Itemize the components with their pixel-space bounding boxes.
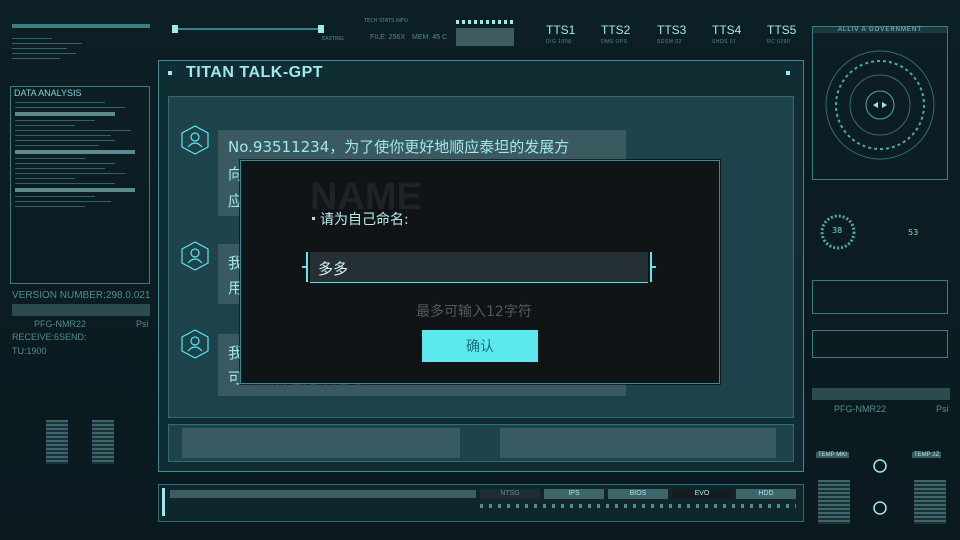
header-small-label: TECH STATS INFO xyxy=(364,18,408,24)
left-bar xyxy=(12,304,150,316)
name-input-field[interactable]: 多多 xyxy=(310,252,648,283)
file-label: FILE: 256X xyxy=(370,34,406,41)
right-knobs-icon xyxy=(873,459,887,515)
modal-prompt-bullet xyxy=(312,217,315,220)
header-level-block xyxy=(456,28,514,46)
tts4-label: TTS4 SHDS 07 xyxy=(712,23,742,45)
top-center-slider-knob xyxy=(172,25,178,33)
user-avatar-icon xyxy=(181,125,209,155)
tts3-label: TTS3 SDSM 02 xyxy=(657,23,687,45)
user-avatar-icon xyxy=(181,241,209,271)
top-center-slider xyxy=(172,28,322,30)
tts5-label: TTS5 RC 0290 xyxy=(767,23,797,45)
temp1-label: TEMP MKI xyxy=(816,452,849,458)
window-title: TITAN TALK-GPT xyxy=(186,64,324,81)
right-pfg-label: PFG-NMR22 xyxy=(834,404,887,414)
confirm-button-label: 确认 xyxy=(466,339,494,355)
chat-input-field[interactable] xyxy=(182,428,460,458)
confirm-button[interactable]: 确认 xyxy=(422,330,538,362)
chat-input-field-2[interactable] xyxy=(500,428,776,458)
input-bracket-right-tick xyxy=(650,266,656,268)
input-bracket-left-tick xyxy=(302,266,308,268)
version-number: VERSION NUMBER:298.0.021 xyxy=(12,290,151,301)
left-cylinder-1 xyxy=(46,420,68,464)
input-hint: 最多可输入12字符 xyxy=(416,304,532,320)
header-coord-label: EASTING xyxy=(322,36,344,42)
bottom-ticks xyxy=(480,504,796,508)
temp2-label: TEMP 2Z xyxy=(912,452,942,458)
top-center-slider-knob2 xyxy=(318,25,324,33)
chip-hdd: HDD xyxy=(736,489,796,499)
tts2-label: TTS2 DMS OPS xyxy=(601,23,631,45)
top-left-bar xyxy=(12,24,150,28)
chip-ips: IPS xyxy=(544,489,604,499)
left-psi-label: Psi xyxy=(136,319,149,329)
message-1-line1: No.93511234，为了使你更好地顺应泰坦的发展方 xyxy=(228,138,570,156)
title-square-right xyxy=(786,71,790,75)
chip-bios: BIOS xyxy=(608,489,668,499)
bottom-progress xyxy=(170,490,476,498)
gauge-a: 38 xyxy=(818,212,858,252)
right-info-box-1 xyxy=(812,280,948,314)
tu-label: TU:1900 xyxy=(12,346,47,356)
chip-evo: EVO xyxy=(672,489,732,499)
right-bar xyxy=(812,388,950,400)
gauge-a-value: 38 xyxy=(832,226,843,235)
title-square-left xyxy=(168,71,172,75)
gov-radar-panel: ALLIV A GOVERNMENT xyxy=(812,26,948,180)
receive-label: RECEIVE:6SEND: xyxy=(12,332,87,342)
mem-label: MEM: 45 C xyxy=(412,34,448,41)
right-info-box-2 xyxy=(812,330,948,358)
user-avatar-icon xyxy=(181,329,209,359)
data-analysis-panel: DATA ANALYSIS xyxy=(10,86,150,284)
radar-icon xyxy=(825,50,935,160)
temp1-cylinder xyxy=(818,480,850,524)
name-input-value: 多多 xyxy=(318,260,349,278)
tts1-label: TTS1 DIG 1008 xyxy=(546,23,576,45)
chip-ntsg: NTSG xyxy=(480,489,540,499)
temp2-cylinder xyxy=(914,480,946,524)
gauge-b-value: 53 xyxy=(908,228,919,237)
right-psi-label: Psi xyxy=(936,404,949,414)
header-ticks xyxy=(456,20,514,24)
left-cylinder-2 xyxy=(92,420,114,464)
data-analysis-title: DATA ANALYSIS xyxy=(14,88,82,98)
bottom-bar-left-bracket xyxy=(162,488,165,516)
left-pfg-label: PFG-NMR22 xyxy=(34,319,87,329)
left-code-block xyxy=(12,34,92,74)
modal-prompt: 请为自己命名: xyxy=(320,212,409,228)
